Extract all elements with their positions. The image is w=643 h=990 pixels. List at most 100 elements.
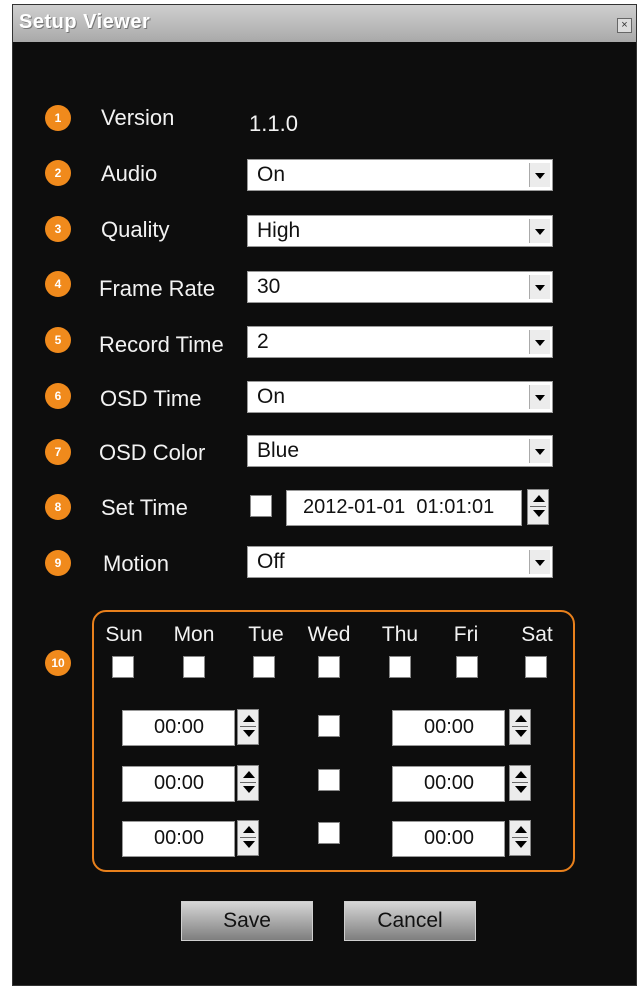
osd-color-select[interactable]: Blue [247,435,553,467]
start-time-spinner[interactable] [237,820,259,856]
set-time-value: 2012-01-01 01:01:01 [303,496,495,518]
chevron-down-icon[interactable] [529,439,550,463]
osd-color-label: OSD Color [99,440,206,465]
day-checkbox-sat[interactable] [525,656,547,678]
motion-select[interactable]: Off [247,546,553,578]
spinner-divider [240,782,256,783]
motion-label: Motion [103,551,170,576]
end-time-field[interactable]: 00:00 [392,821,505,857]
day-checkbox-mon[interactable] [183,656,205,678]
audio-select[interactable]: On [247,159,553,191]
day-checkbox-tue[interactable] [253,656,275,678]
end-time-field[interactable]: 00:00 [392,710,505,746]
spin-down-icon[interactable] [243,730,255,737]
record-time-select[interactable]: 2 [247,326,553,358]
version-value: 1.1.0 [249,111,298,136]
end-time-spinner[interactable] [509,765,531,801]
day-label-tue: Tue [248,623,284,646]
end-time-field[interactable]: 00:00 [392,766,505,802]
spin-up-icon[interactable] [243,826,255,833]
start-time-value: 00:00 [154,772,205,794]
save-button[interactable]: Save [181,901,313,941]
start-time-value: 00:00 [154,716,205,738]
spin-down-icon[interactable] [515,786,527,793]
badge-set-time: 8 [45,494,71,520]
period-checkbox[interactable] [318,822,340,844]
badge-osd-time: 6 [45,383,71,409]
spinner-divider [512,726,528,727]
window-title: Setup Viewer [19,11,151,33]
audio-label: Audio [101,161,158,186]
osd-color-value: Blue [257,439,300,462]
set-time-spinner[interactable] [527,489,549,525]
spin-up-icon[interactable] [243,715,255,722]
spinner-divider [512,782,528,783]
spin-down-icon[interactable] [243,841,255,848]
end-time-value: 00:00 [424,772,475,794]
badge-record-time: 5 [45,327,71,353]
spin-up-icon[interactable] [515,826,527,833]
day-label-sat: Sat [521,623,553,646]
spin-down-icon[interactable] [515,841,527,848]
badge-osd-color: 7 [45,439,71,465]
day-label-wed: Wed [307,623,351,646]
badge-quality: 3 [45,216,71,242]
badge-version: 1 [45,105,71,131]
end-time-spinner[interactable] [509,709,531,745]
badge-frame-rate: 4 [45,271,71,297]
chevron-down-icon[interactable] [529,330,550,354]
chevron-down-icon[interactable] [529,219,550,243]
start-time-field[interactable]: 00:00 [122,766,235,802]
set-time-label: Set Time [101,495,188,520]
spinner-divider [512,837,528,838]
spin-up-icon[interactable] [243,771,255,778]
spin-down-icon[interactable] [515,730,527,737]
day-label-thu: Thu [381,623,419,646]
chevron-down-icon[interactable] [529,385,550,409]
chevron-down-icon[interactable] [529,550,550,574]
day-checkbox-thu[interactable] [389,656,411,678]
setup-viewer-window: Setup Viewer × 1 Version 1.1.0 2 Audio O… [12,4,637,986]
spin-up-icon[interactable] [533,495,545,502]
osd-time-label: OSD Time [100,386,202,411]
end-time-spinner[interactable] [509,820,531,856]
badge-audio: 2 [45,160,71,186]
chevron-down-icon[interactable] [529,163,550,187]
spin-up-icon[interactable] [515,771,527,778]
title-bar[interactable]: Setup Viewer × [13,5,636,42]
spin-down-icon[interactable] [243,786,255,793]
cancel-button[interactable]: Cancel [344,901,476,941]
version-label: Version [101,105,175,130]
frame-rate-label: Frame Rate [99,276,216,301]
quality-select[interactable]: High [247,215,553,247]
day-label-sun: Sun [105,623,143,646]
start-time-field[interactable]: 00:00 [122,710,235,746]
day-label-mon: Mon [173,623,215,646]
start-time-spinner[interactable] [237,709,259,745]
day-checkbox-sun[interactable] [112,656,134,678]
set-time-checkbox[interactable] [250,495,272,517]
end-time-value: 00:00 [424,716,475,738]
start-time-field[interactable]: 00:00 [122,821,235,857]
day-checkbox-wed[interactable] [318,656,340,678]
spin-up-icon[interactable] [515,715,527,722]
period-checkbox[interactable] [318,715,340,737]
start-time-spinner[interactable] [237,765,259,801]
close-icon[interactable]: × [617,18,632,33]
badge-motion: 9 [45,550,71,576]
day-label-fri: Fri [453,623,479,646]
spinner-divider [240,837,256,838]
badge-schedule: 10 [45,650,71,676]
start-time-value: 00:00 [154,827,205,849]
set-time-field[interactable]: 2012-01-01 01:01:01 [286,490,522,526]
period-checkbox[interactable] [318,769,340,791]
quality-value: High [257,219,301,242]
day-checkbox-fri[interactable] [456,656,478,678]
chevron-down-icon[interactable] [529,275,550,299]
frame-rate-select[interactable]: 30 [247,271,553,303]
quality-label: Quality [101,217,170,242]
osd-time-select[interactable]: On [247,381,553,413]
spin-down-icon[interactable] [533,510,545,517]
audio-value: On [257,163,286,186]
spinner-divider [240,726,256,727]
